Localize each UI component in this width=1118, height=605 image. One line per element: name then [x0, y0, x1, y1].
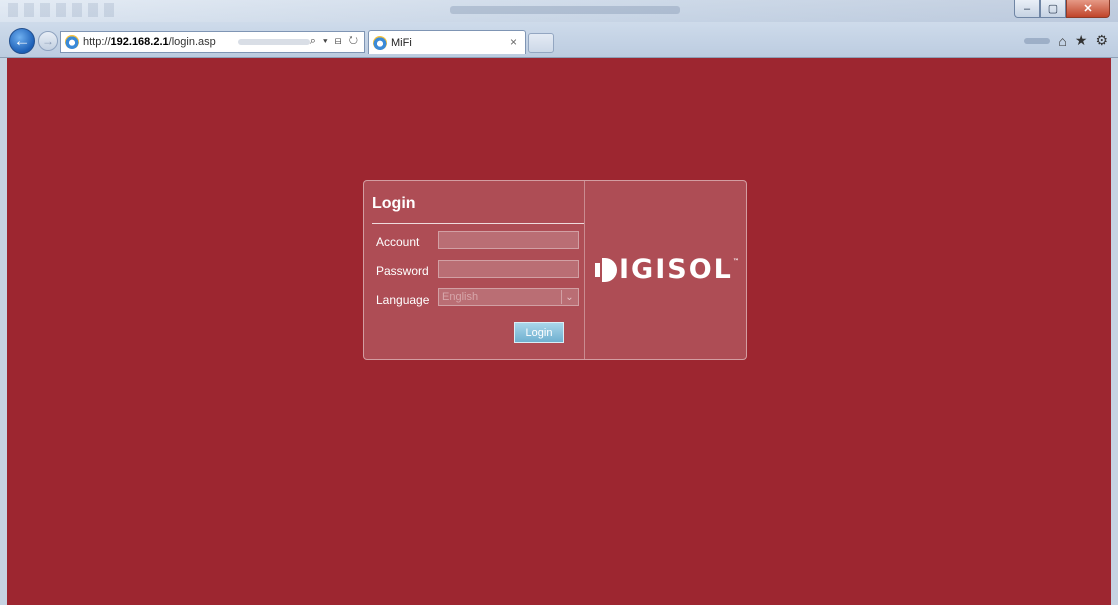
login-panel: Login Account Password Language English … [363, 180, 747, 360]
url-text: http://192.168.2.1/login.asp [83, 36, 216, 48]
tab-ie-icon [373, 35, 387, 50]
settings-icon[interactable]: ⚙ [1095, 32, 1108, 49]
tab-title: MiFi [391, 36, 412, 49]
back-button[interactable]: ← [9, 28, 35, 54]
logo-trademark: ™ [732, 258, 739, 265]
navigation-bar: ← → http://192.168.2.1/login.asp ⌕ ▾ ⊟ ↻… [0, 25, 1118, 57]
new-tab-button[interactable] [528, 33, 554, 53]
login-button[interactable]: Login [514, 322, 564, 343]
password-input[interactable] [438, 260, 579, 278]
tab-close-icon[interactable]: × [510, 35, 517, 49]
window-controls: – ▢ ✕ [1014, 0, 1110, 18]
title-divider [372, 223, 584, 224]
login-title: Login [372, 195, 416, 212]
ie-page-icon [65, 35, 79, 49]
address-bar[interactable]: http://192.168.2.1/login.asp ⌕ ▾ ⊟ ↻ [60, 31, 365, 53]
account-label: Account [376, 235, 420, 249]
address-tools[interactable]: ⌕ ▾ ⊟ ↻ [310, 35, 360, 48]
url-prefix: http:// [83, 36, 111, 48]
chevron-down-icon[interactable]: ⌄ [561, 290, 577, 304]
page-viewport: Login Account Password Language English … [7, 58, 1111, 605]
maximize-button[interactable]: ▢ [1040, 0, 1066, 18]
tab-mifi[interactable]: MiFi × [368, 30, 526, 54]
browser-chrome: – ▢ ✕ ← → http://192.168.2.1/login.asp ⌕… [0, 0, 1118, 58]
language-selected-value: English [442, 291, 479, 303]
logo-mark-icon [595, 257, 617, 282]
account-input[interactable] [438, 231, 579, 249]
url-suggestion [237, 39, 310, 45]
language-select[interactable]: English ⌄ [438, 288, 579, 306]
minimize-button[interactable]: – [1014, 0, 1040, 18]
toolbar-label [1024, 37, 1051, 44]
url-path: /login.asp [168, 36, 216, 48]
window-title [450, 6, 680, 14]
forward-button[interactable]: → [38, 31, 58, 51]
browser-toolbar: ⌂ ★ ⚙ [1024, 32, 1108, 49]
url-host: 192.168.2.1 [110, 36, 169, 48]
favorites-icon[interactable]: ★ [1075, 32, 1088, 49]
digisol-logo: IGISOL ™ [595, 254, 739, 285]
language-label: Language [376, 293, 430, 307]
quick-access-toolbar [8, 3, 118, 17]
home-icon[interactable]: ⌂ [1058, 33, 1066, 49]
logo-text: IGISOL [619, 254, 733, 285]
login-form: Login Account Password Language English … [364, 181, 585, 359]
close-button[interactable]: ✕ [1066, 0, 1110, 18]
password-label: Password [376, 264, 429, 278]
